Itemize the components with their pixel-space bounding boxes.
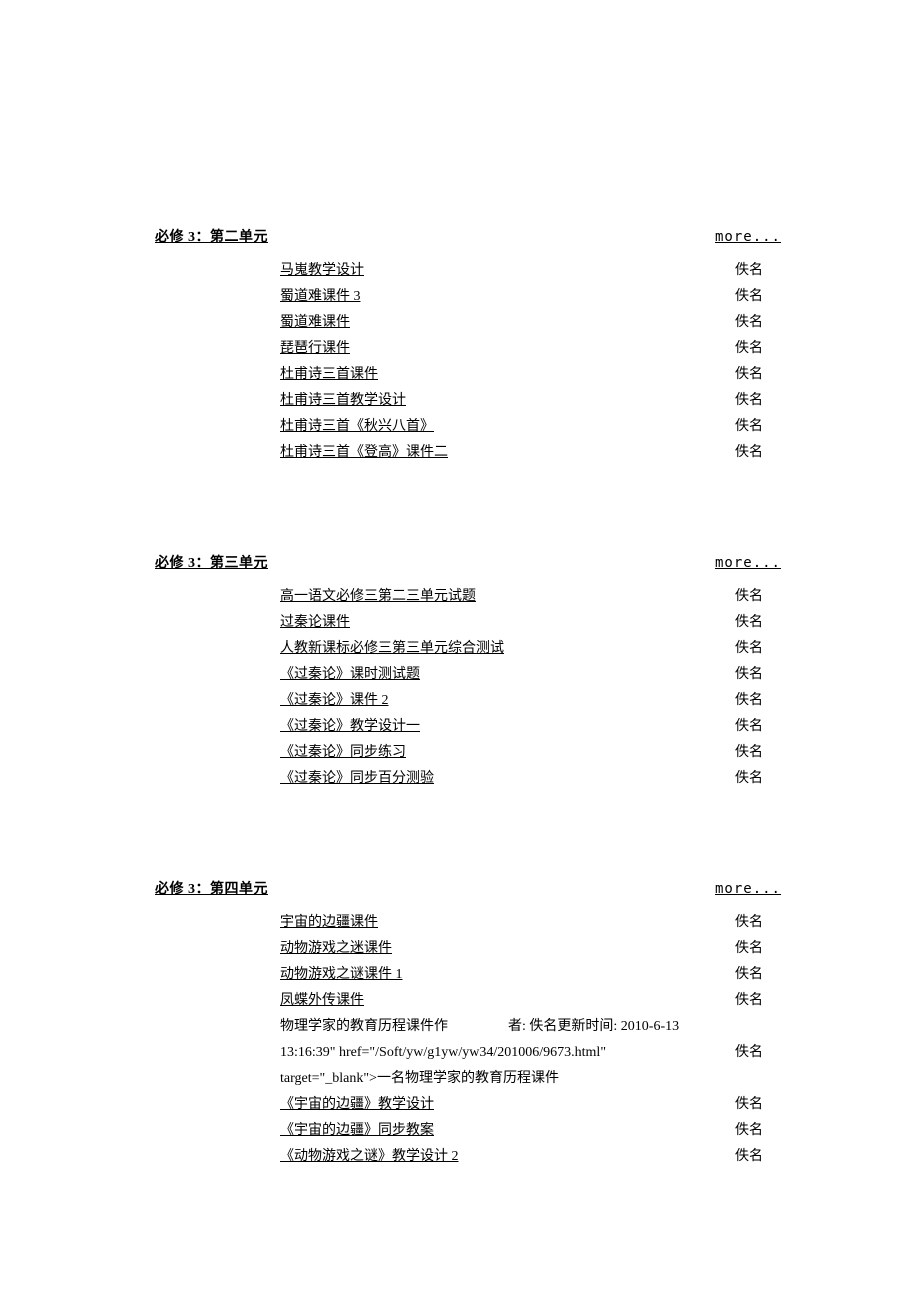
item-author: 佚名 — [735, 414, 781, 440]
item-author: 佚名 — [735, 988, 781, 1014]
item-link[interactable]: 琵琶行课件 — [280, 341, 350, 356]
item-link[interactable]: 人教新课标必修三第三单元综合测试 — [280, 641, 504, 656]
item-author: 佚名 — [735, 1118, 781, 1144]
broken-text-line1-left: 物理学家的教育历程课件作 — [280, 1014, 448, 1040]
item-link[interactable]: 高一语文必修三第二三单元试题 — [280, 589, 476, 604]
section-header: 必修 3：第三单元 more... — [155, 552, 781, 572]
section-unit-2: 必修 3：第二单元 more... 马嵬教学设计 佚名 蜀道难课件 3 佚名 蜀… — [155, 226, 781, 466]
list-item: 杜甫诗三首《秋兴八首》 佚名 — [155, 414, 781, 440]
item-link[interactable]: 动物游戏之迷课件 — [280, 941, 392, 956]
more-link[interactable]: more... — [715, 881, 781, 897]
section-unit-4: 必修 3：第四单元 more... 宇宙的边疆课件 佚名 动物游戏之迷课件 佚名… — [155, 878, 781, 1170]
item-author: 佚名 — [735, 962, 781, 988]
item-author: 佚名 — [735, 662, 781, 688]
list-item: 杜甫诗三首教学设计 佚名 — [155, 388, 781, 414]
item-author: 佚名 — [735, 610, 781, 636]
section-title-link[interactable]: 必修 3：第四单元 — [155, 878, 268, 898]
item-author: 佚名 — [735, 740, 781, 766]
section-title-link[interactable]: 必修 3：第三单元 — [155, 552, 268, 572]
list-item: 琵琶行课件 佚名 — [155, 336, 781, 362]
list-item: 《过秦论》课时测试题 佚名 — [155, 662, 781, 688]
item-author: 佚名 — [735, 258, 781, 284]
list-item: 高一语文必修三第二三单元试题 佚名 — [155, 584, 781, 610]
list-item: 《过秦论》课件 2 佚名 — [155, 688, 781, 714]
broken-text-line1-right: 者: 佚名更新时间: 2010-6-13 — [508, 1014, 679, 1040]
item-link[interactable]: 动物游戏之谜课件 1 — [280, 967, 403, 982]
list-item: 动物游戏之谜课件 1 佚名 — [155, 962, 781, 988]
list-item: 过秦论课件 佚名 — [155, 610, 781, 636]
item-link[interactable]: 凤蝶外传课件 — [280, 993, 364, 1008]
section-title-link[interactable]: 必修 3：第二单元 — [155, 226, 268, 246]
item-link[interactable]: 《过秦论》同步练习 — [280, 745, 406, 760]
more-link[interactable]: more... — [715, 229, 781, 245]
list-item: 《过秦论》同步百分测验 佚名 — [155, 766, 781, 792]
item-link[interactable]: 《宇宙的边疆》教学设计 — [280, 1097, 434, 1112]
list-item: 人教新课标必修三第三单元综合测试 佚名 — [155, 636, 781, 662]
item-link[interactable]: 蜀道难课件 — [280, 315, 350, 330]
list-item: 动物游戏之迷课件 佚名 — [155, 936, 781, 962]
item-author: 佚名 — [735, 1092, 781, 1118]
page-content: 必修 3：第二单元 more... 马嵬教学设计 佚名 蜀道难课件 3 佚名 蜀… — [0, 0, 920, 1170]
item-link[interactable]: 过秦论课件 — [280, 615, 350, 630]
item-author: 佚名 — [735, 766, 781, 792]
item-link[interactable]: 《动物游戏之谜》教学设计 2 — [280, 1149, 459, 1164]
list-item: 宇宙的边疆课件 佚名 — [155, 910, 781, 936]
more-link[interactable]: more... — [715, 555, 781, 571]
item-link[interactable]: 杜甫诗三首《登高》课件二 — [280, 445, 448, 460]
item-author: 佚名 — [735, 362, 781, 388]
item-link[interactable]: 杜甫诗三首《秋兴八首》 — [280, 419, 434, 434]
section-header: 必修 3：第四单元 more... — [155, 878, 781, 898]
list-item: 《宇宙的边疆》教学设计 佚名 — [155, 1092, 781, 1118]
list-item: 蜀道难课件 3 佚名 — [155, 284, 781, 310]
item-author: 佚名 — [735, 1040, 763, 1066]
item-author: 佚名 — [735, 584, 781, 610]
list-item: 蜀道难课件 佚名 — [155, 310, 781, 336]
list-item: 《宇宙的边疆》同步教案 佚名 — [155, 1118, 781, 1144]
section-unit-3: 必修 3：第三单元 more... 高一语文必修三第二三单元试题 佚名 过秦论课… — [155, 552, 781, 792]
list-item: 《动物游戏之谜》教学设计 2 佚名 — [155, 1144, 781, 1170]
list-item: 《过秦论》同步练习 佚名 — [155, 740, 781, 766]
list-item: 《过秦论》教学设计一 佚名 — [155, 714, 781, 740]
item-link[interactable]: 杜甫诗三首课件 — [280, 367, 378, 382]
item-author: 佚名 — [735, 636, 781, 662]
item-author: 佚名 — [735, 714, 781, 740]
item-author: 佚名 — [735, 440, 781, 466]
item-author: 佚名 — [735, 284, 781, 310]
list-item: 马嵬教学设计 佚名 — [155, 258, 781, 284]
list-item: 杜甫诗三首课件 佚名 — [155, 362, 781, 388]
item-link[interactable]: 宇宙的边疆课件 — [280, 915, 378, 930]
item-link[interactable]: 《过秦论》课时测试题 — [280, 667, 420, 682]
list-item: 凤蝶外传课件 佚名 — [155, 988, 781, 1014]
item-link[interactable]: 《过秦论》同步百分测验 — [280, 771, 434, 786]
list-item: 杜甫诗三首《登高》课件二 佚名 — [155, 440, 781, 466]
broken-html-text: target="_blank">一名物理学家的教育历程课件 — [155, 1066, 781, 1092]
item-author: 佚名 — [735, 1144, 781, 1170]
broken-html-text: 物理学家的教育历程课件作 者: 佚名更新时间: 2010-6-13 — [155, 1014, 781, 1040]
item-author: 佚名 — [735, 688, 781, 714]
item-author: 佚名 — [735, 910, 781, 936]
item-link[interactable]: 《宇宙的边疆》同步教案 — [280, 1123, 434, 1138]
item-author: 佚名 — [735, 310, 781, 336]
item-author: 佚名 — [735, 936, 781, 962]
section-header: 必修 3：第二单元 more... — [155, 226, 781, 246]
broken-text-line3: target="_blank">一名物理学家的教育历程课件 — [280, 1071, 559, 1086]
broken-html-text: 13:16:39" href="/Soft/yw/g1yw/yw34/20100… — [155, 1040, 781, 1066]
item-link[interactable]: 《过秦论》教学设计一 — [280, 719, 420, 734]
item-link[interactable]: 蜀道难课件 3 — [280, 289, 361, 304]
item-author: 佚名 — [735, 336, 781, 362]
broken-text-line2: 13:16:39" href="/Soft/yw/g1yw/yw34/20100… — [280, 1040, 606, 1066]
item-link[interactable]: 《过秦论》课件 2 — [280, 693, 389, 708]
item-link[interactable]: 杜甫诗三首教学设计 — [280, 393, 406, 408]
item-author: 佚名 — [735, 388, 781, 414]
item-link[interactable]: 马嵬教学设计 — [280, 263, 364, 278]
